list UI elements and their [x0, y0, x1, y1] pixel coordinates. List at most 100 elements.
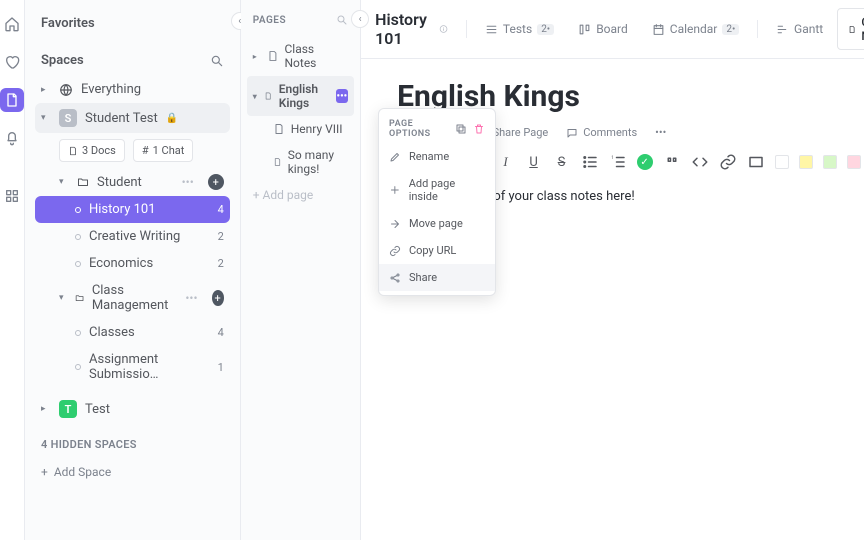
- move-icon: [389, 218, 401, 230]
- hidden-spaces-label[interactable]: 4 HIDDEN SPACES: [35, 424, 230, 459]
- folder-icon: [75, 292, 84, 304]
- everything-label: Everything: [81, 82, 141, 97]
- code-button[interactable]: [691, 153, 709, 171]
- divider: [757, 20, 758, 38]
- checklist-button[interactable]: ✓: [637, 154, 653, 170]
- list-count: 2: [218, 230, 224, 243]
- link-button[interactable]: [719, 153, 737, 171]
- menu-rename[interactable]: Rename: [379, 143, 495, 170]
- list-count: 1: [218, 361, 224, 374]
- list-icon: [485, 23, 498, 36]
- folder-student[interactable]: ▾ Student ••• +: [35, 168, 230, 196]
- folder-icon: [77, 176, 89, 188]
- share-icon: [389, 272, 401, 284]
- color-swatch[interactable]: [847, 155, 861, 169]
- add-button[interactable]: +: [212, 290, 224, 306]
- comments-button[interactable]: Comments: [566, 126, 637, 139]
- more-icon: •••: [655, 126, 666, 139]
- pages-header: PAGES: [247, 10, 354, 36]
- strike-button[interactable]: S: [553, 153, 571, 171]
- list-dot-icon: [75, 234, 81, 240]
- chevron-down-icon: ▾: [59, 293, 67, 303]
- add-button[interactable]: +: [208, 174, 224, 190]
- search-icon[interactable]: [210, 54, 224, 68]
- list-creative-writing[interactable]: Creative Writing 2: [35, 223, 230, 250]
- view-class-notes[interactable]: Class Notes: [837, 8, 864, 50]
- doc-icon[interactable]: [0, 88, 24, 112]
- color-swatch[interactable]: [775, 155, 789, 169]
- more-icon[interactable]: •••: [185, 291, 197, 305]
- list-count: 2: [218, 257, 224, 270]
- duplicate-icon[interactable]: [455, 123, 467, 135]
- menu-add-page-inside[interactable]: Add page inside: [379, 170, 495, 210]
- space-label: Test: [85, 402, 110, 417]
- color-swatch[interactable]: [799, 155, 813, 169]
- color-swatch[interactable]: [823, 155, 837, 169]
- space-pills: 3 Docs #1 Chat: [35, 133, 230, 168]
- comment-icon: [566, 127, 578, 139]
- folder-label: Student: [97, 175, 142, 190]
- chevron-down-icon: ▾: [253, 92, 259, 101]
- quote-button[interactable]: [663, 153, 681, 171]
- spaces-label: Spaces: [41, 53, 84, 68]
- menu-header: PAGE OPTIONS: [379, 113, 495, 143]
- list-history-101[interactable]: History 101 4: [35, 196, 230, 223]
- breadcrumb[interactable]: History 101: [375, 10, 429, 48]
- everything-row[interactable]: ▸ Everything: [35, 76, 230, 103]
- home-icon[interactable]: [0, 12, 24, 36]
- more-button[interactable]: •••: [655, 126, 666, 139]
- bullet-list-button[interactable]: [581, 153, 599, 171]
- plus-icon: [389, 184, 401, 196]
- favorites-header[interactable]: Favorites: [35, 8, 230, 39]
- list-economics[interactable]: Economics 2: [35, 250, 230, 277]
- page-more-button[interactable]: •••: [336, 89, 349, 103]
- page-english-kings[interactable]: ▾ English Kings •••: [247, 76, 354, 116]
- folder-class-management[interactable]: ▾ Class Management ••• +: [35, 277, 230, 319]
- view-gantt[interactable]: Gantt: [766, 16, 833, 42]
- chevron-right-icon: ▸: [253, 52, 261, 61]
- number-list-button[interactable]: 1: [609, 153, 627, 171]
- trash-icon[interactable]: [473, 123, 485, 135]
- heart-icon[interactable]: [0, 50, 24, 74]
- chat-pill[interactable]: #1 Chat: [133, 139, 194, 162]
- lock-icon: 🔒: [166, 113, 178, 124]
- nav-rail: [0, 0, 25, 540]
- page-so-many-kings[interactable]: So many kings!: [247, 142, 354, 182]
- list-count: 4: [218, 326, 224, 339]
- link-icon: [389, 245, 401, 257]
- list-dot-icon: [75, 261, 81, 267]
- underline-button[interactable]: U: [525, 153, 543, 171]
- space-avatar: S: [59, 109, 77, 127]
- grid-icon[interactable]: [0, 184, 24, 208]
- list-label: Creative Writing: [89, 229, 180, 244]
- view-board[interactable]: Board: [568, 16, 638, 42]
- page-class-notes[interactable]: ▸ Class Notes: [247, 36, 354, 76]
- view-tests[interactable]: Tests2•: [475, 16, 564, 42]
- bell-icon[interactable]: [0, 126, 24, 150]
- list-label: History 101: [89, 202, 156, 217]
- add-space-button[interactable]: + Add Space: [35, 459, 230, 485]
- italic-button[interactable]: I: [497, 153, 515, 171]
- board-icon: [578, 23, 591, 36]
- pages-panel: ‹ PAGES ▸ Class Notes ▾ English Kings ••…: [241, 0, 361, 540]
- search-icon[interactable]: [336, 14, 348, 26]
- add-page-button[interactable]: + Add page: [247, 182, 354, 208]
- space-student-test[interactable]: ▾ S Student Test 🔒: [35, 103, 230, 133]
- space-test[interactable]: ▸ T Test: [35, 394, 230, 424]
- doc-icon: [267, 49, 279, 63]
- cursor-icon: [436, 228, 450, 242]
- docs-pill[interactable]: 3 Docs: [59, 139, 125, 162]
- doc-icon: [264, 89, 272, 103]
- info-icon[interactable]: [439, 22, 448, 36]
- list-assignment-submission[interactable]: Assignment Submissio… 1: [35, 346, 230, 388]
- page-henry-viii[interactable]: Henry VIII: [247, 116, 354, 142]
- more-icon[interactable]: •••: [182, 175, 194, 189]
- list-classes[interactable]: Classes 4: [35, 319, 230, 346]
- attach-button[interactable]: [747, 153, 765, 171]
- list-dot-icon: [75, 207, 81, 213]
- menu-share[interactable]: Share: [379, 264, 495, 291]
- sidebar: ‹ Favorites Spaces ▸ Everything ▾ S Stud…: [25, 0, 241, 540]
- chevron-right-icon: ▸: [41, 404, 51, 414]
- view-calendar[interactable]: Calendar2•: [642, 16, 750, 42]
- space-label: Student Test: [85, 111, 158, 126]
